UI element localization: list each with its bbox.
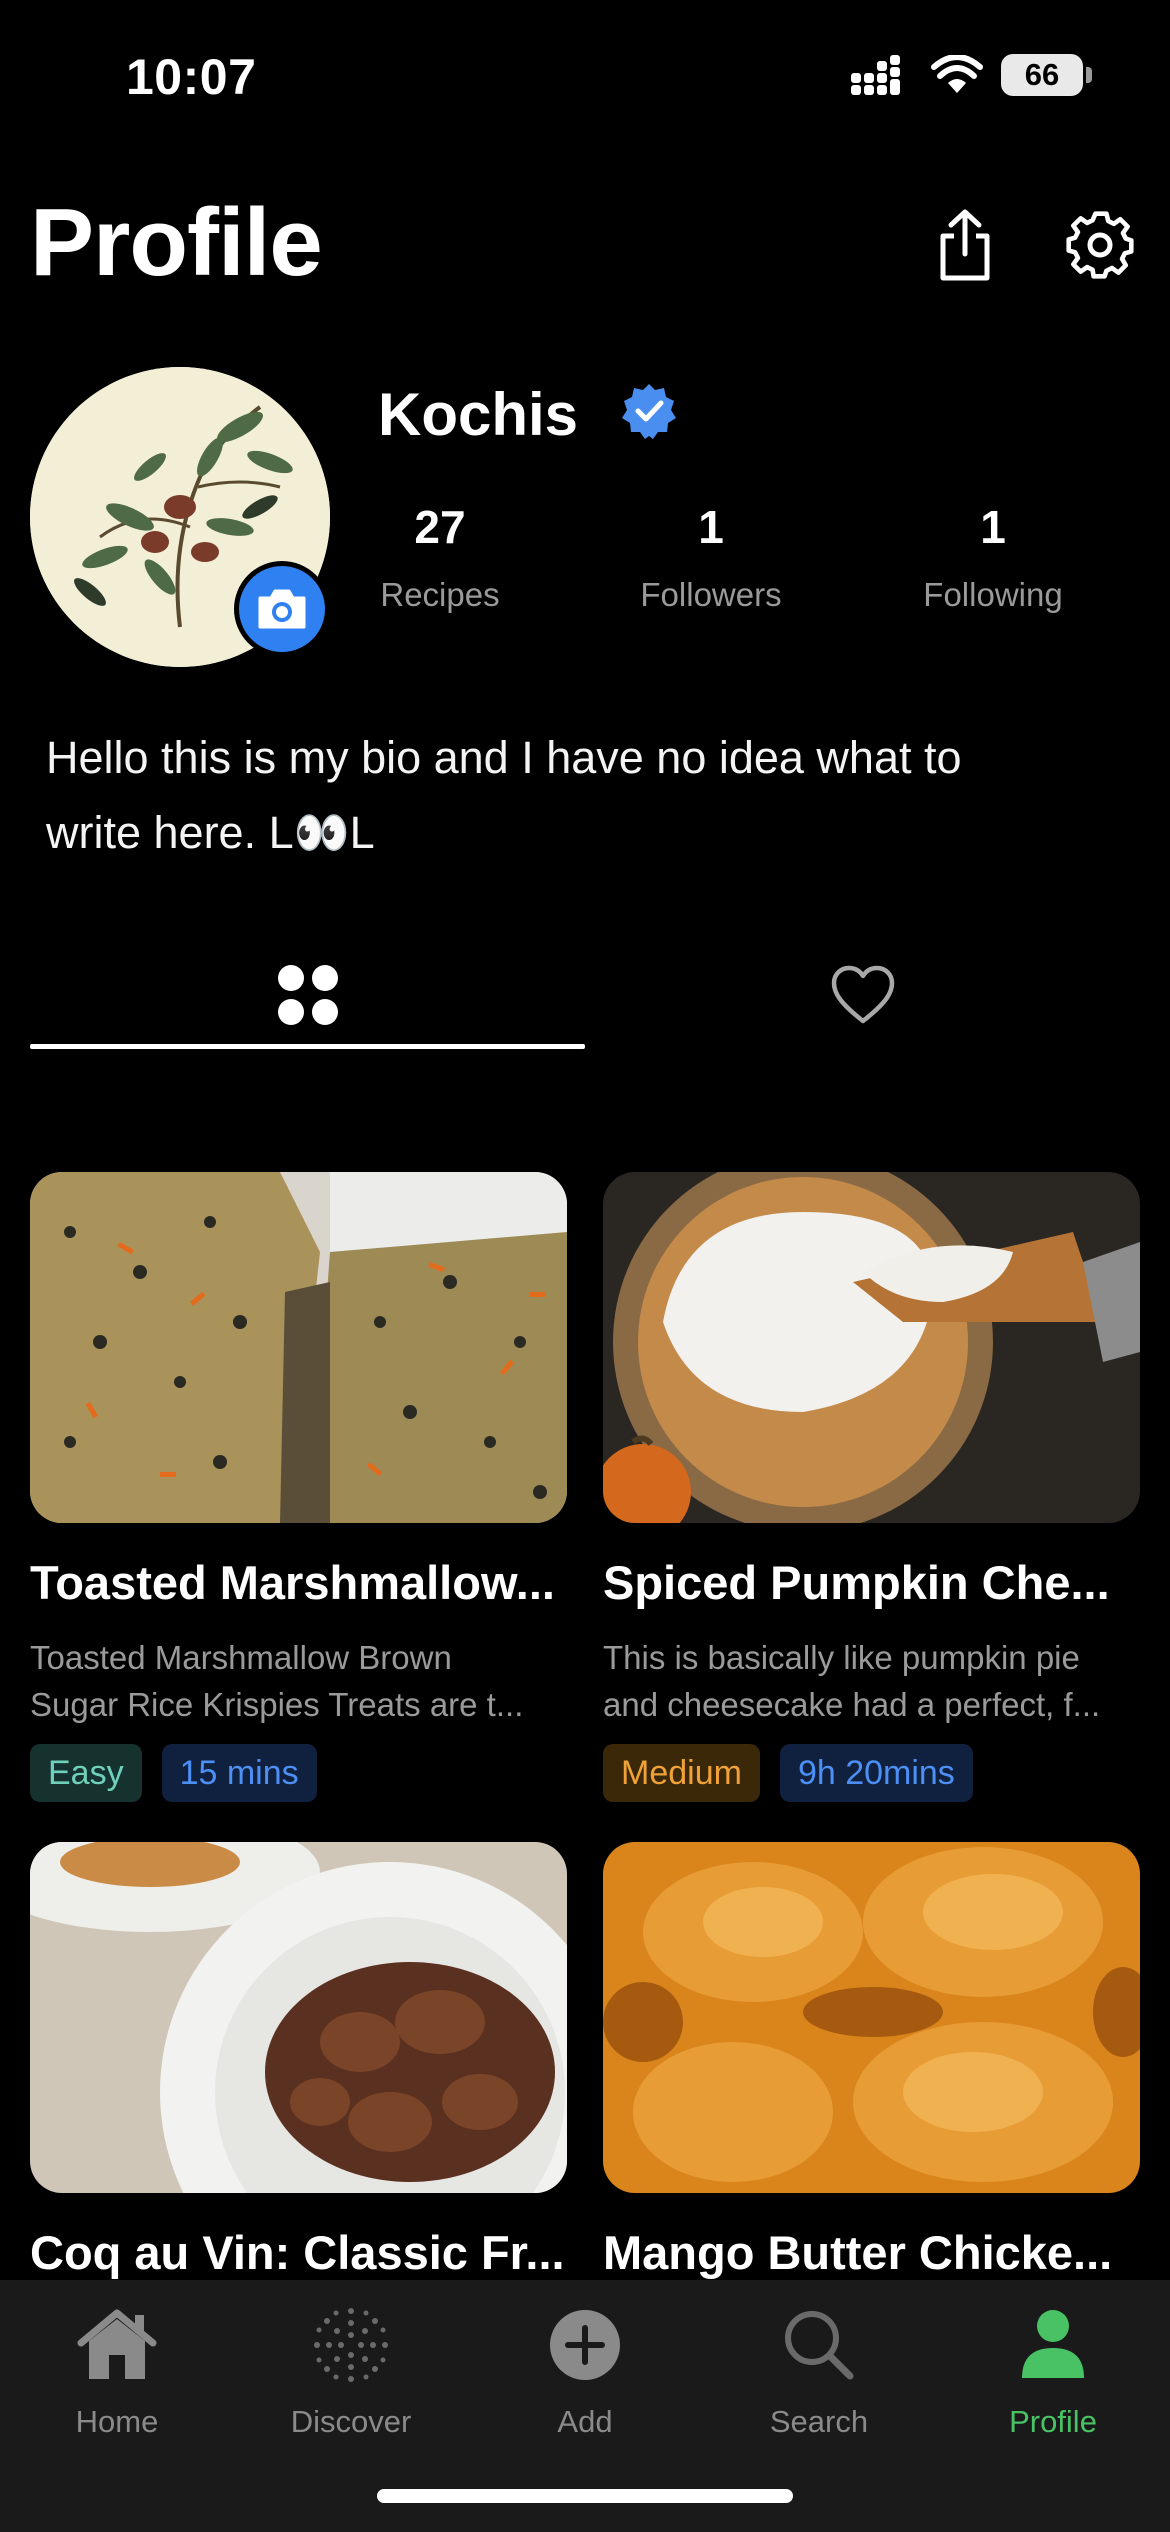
recipe-description: This is basically like pumpkin pie and c… [603,1634,1140,1728]
followers-stat[interactable]: 1 Followers [611,500,811,614]
cellular-signal-icon [851,55,900,95]
share-icon [940,209,990,281]
recipe-card[interactable]: Coq au Vin: Classic Fr... [30,1842,567,2280]
search-icon [774,2300,864,2390]
camera-icon [258,589,306,629]
pumpkin-cheesecake-image [603,1172,1140,1523]
bio-line: write here. L👀L [46,807,375,858]
nav-label: Add [557,2404,613,2439]
change-photo-button[interactable] [234,561,330,657]
nav-label: Discover [290,2404,412,2439]
followers-count: 1 [698,501,724,553]
recipe-image [603,1842,1140,2193]
battery-level: 66 [1024,57,1060,92]
recipe-card[interactable]: Mango Butter Chicke... [603,1842,1140,2280]
following-label: Following [923,576,1063,613]
recipes-stat[interactable]: 27 Recipes [340,500,540,614]
recipe-title: Spiced Pumpkin Che... [603,1556,1110,1609]
nav-label: Home [75,2404,159,2439]
verified-badge-icon [622,384,676,439]
settings-button[interactable] [1060,200,1140,290]
recipe-card[interactable]: Spiced Pumpkin Che... This is basically … [603,1172,1140,1802]
recipe-description-line: This is basically like pumpkin pie [603,1639,1080,1676]
recipes-label: Recipes [380,576,500,613]
recipe-card[interactable]: Toasted Marshmallow... Toasted Marshmall… [30,1172,567,1802]
heart-icon [831,965,894,1024]
nav-add[interactable]: Add [468,2300,702,2450]
tab-my-recipes[interactable] [30,935,585,1055]
discover-icon [306,2300,396,2390]
status-bar: 10:07 66 [0,0,1170,150]
following-stat[interactable]: 1 Following [893,500,1093,614]
battery-icon: 66 [1001,54,1083,96]
time-badge: 9h 20mins [779,1744,973,1802]
recipe-tags: Easy 15 mins [30,1744,567,1802]
battery-cap [1086,67,1092,83]
recipe-description-line: Sugar Rice Krispies Treats are t... [30,1686,524,1723]
following-count: 1 [980,501,1006,553]
share-button[interactable] [925,200,1005,290]
active-tab-indicator [30,1044,585,1049]
followers-label: Followers [640,576,782,613]
recipe-description: Toasted Marshmallow Brown Sugar Rice Kri… [30,1634,567,1728]
time-badge: 15 mins [161,1744,317,1802]
recipe-description-line: and cheesecake had a perfect, f... [603,1686,1101,1723]
difficulty-badge: Medium [603,1744,760,1802]
username: Kochis [378,381,579,448]
bio: Hello this is my bio and I have no idea … [46,720,1126,870]
home-indicator[interactable] [377,2489,793,2503]
status-icons: 66 [851,54,1092,96]
home-icon [72,2300,162,2390]
wifi-icon [931,55,983,93]
nav-profile[interactable]: Profile [936,2300,1170,2450]
recipe-title: Toasted Marshmallow... [30,1556,555,1609]
butter-chicken-image [603,1842,1140,2193]
tab-liked-recipes[interactable] [585,935,1140,1055]
recipe-image [603,1172,1140,1523]
recipe-description-line: Toasted Marshmallow Brown [30,1639,452,1676]
nav-label: Profile [1009,2404,1097,2439]
recipe-image [30,1842,567,2193]
rice-krispies-treats-image [30,1172,567,1523]
recipe-title: Mango Butter Chicke... [603,2226,1113,2279]
nav-home[interactable]: Home [0,2300,234,2450]
page-title: Profile [30,189,323,296]
coq-au-vin-image [30,1842,567,2193]
grid-icon [277,965,338,1025]
battery-indicator: 66 [1001,54,1092,96]
nav-discover[interactable]: Discover [234,2300,468,2450]
recipe-image [30,1172,567,1523]
gear-icon [1066,211,1134,279]
recipes-count: 27 [414,501,466,553]
status-time: 10:07 [126,49,257,105]
recipe-tags: Medium 9h 20mins [603,1744,1140,1802]
recipe-title: Coq au Vin: Classic Fr... [30,2226,565,2279]
add-icon [540,2300,630,2390]
difficulty-badge: Easy [30,1744,142,1802]
bio-line: Hello this is my bio and I have no idea … [46,732,962,783]
nav-label: Search [769,2404,869,2439]
person-icon [1008,2300,1098,2390]
nav-search[interactable]: Search [702,2300,936,2450]
